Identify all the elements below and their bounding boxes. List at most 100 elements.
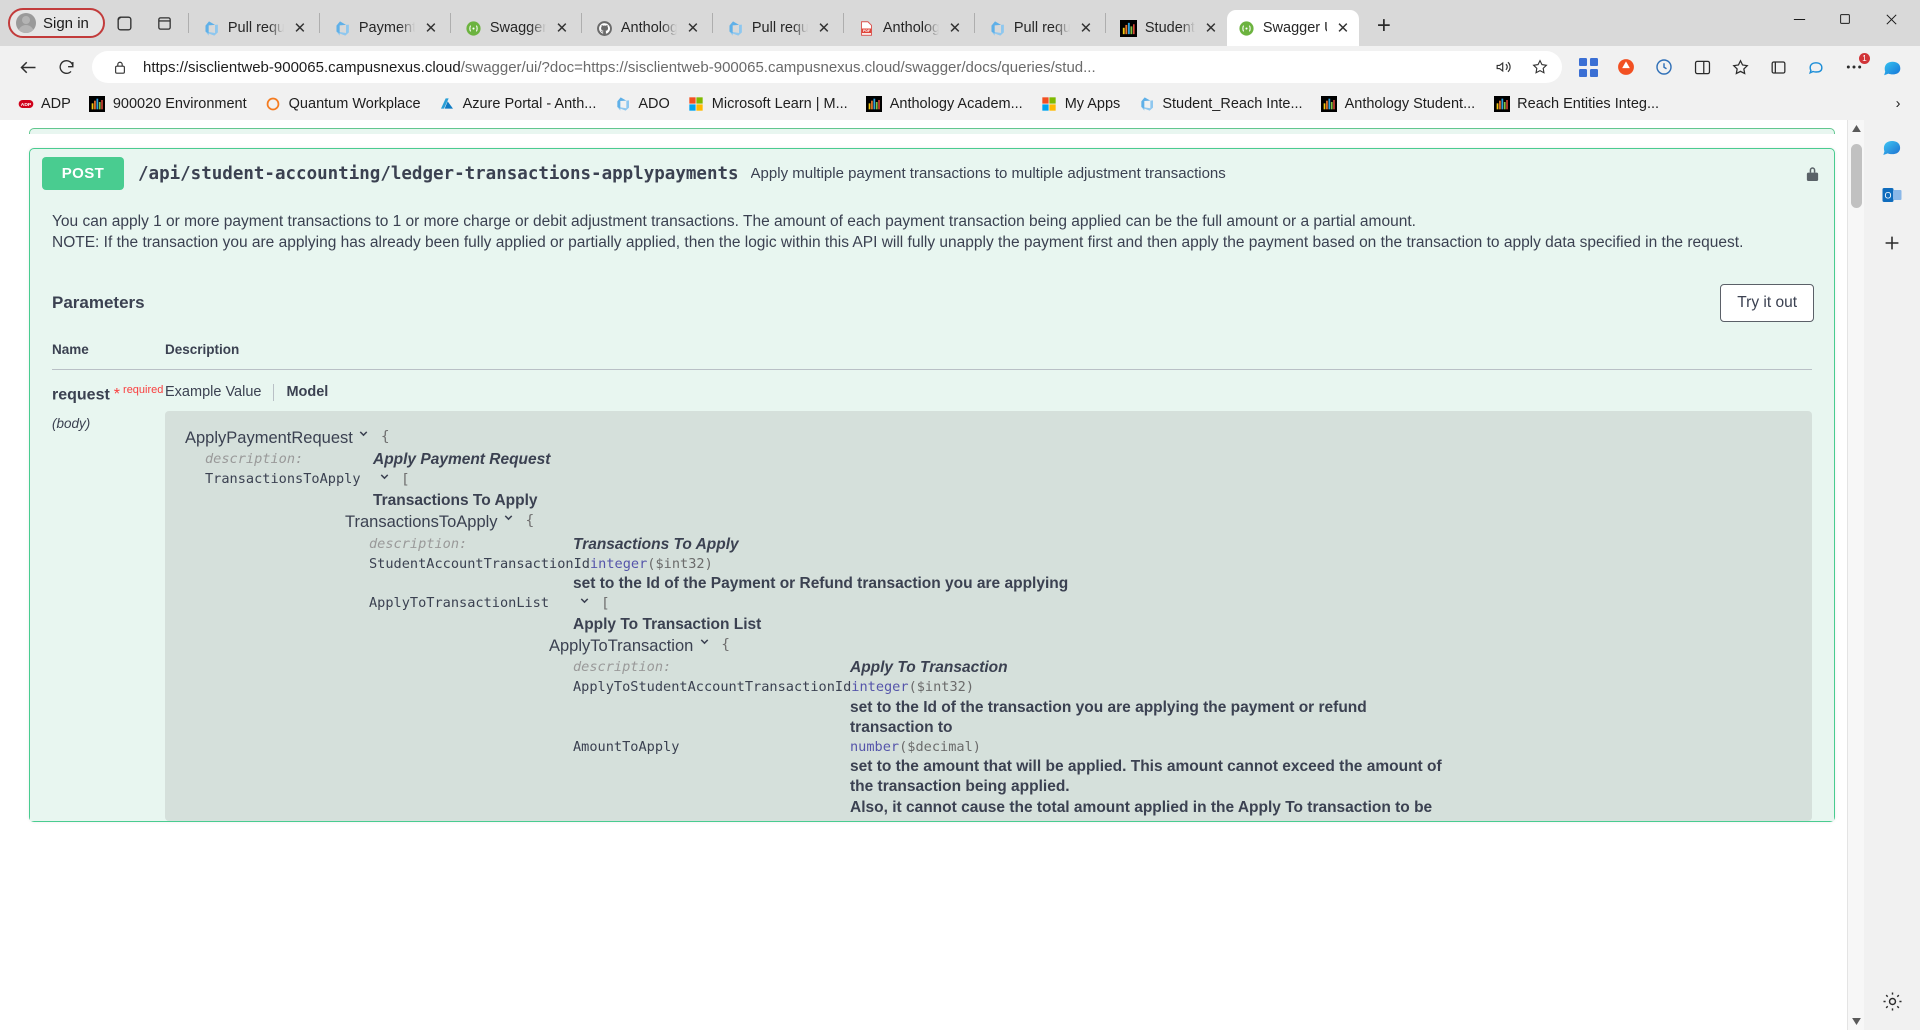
azure-devops-icon	[989, 19, 1007, 37]
close-icon[interactable]: ✕	[422, 19, 440, 37]
close-icon[interactable]: ✕	[1077, 19, 1095, 37]
browser-tab[interactable]: Pull request ✕	[978, 10, 1102, 46]
lock-icon[interactable]	[1802, 163, 1822, 185]
browser-tab[interactable]: Pull request ✕	[192, 10, 316, 46]
tab-strip: Sign in Pull request✕PaymentSer✕Swagger …	[0, 0, 1920, 46]
minimize-button[interactable]	[1776, 0, 1822, 38]
property-description-continued: Also, it cannot cause the total amount a…	[850, 798, 1433, 816]
chevron-down-icon[interactable]	[575, 594, 593, 607]
azure-devops-icon	[334, 19, 352, 37]
settings-icon[interactable]	[1875, 984, 1909, 1018]
model-class-name: ApplyPaymentRequest	[185, 428, 353, 447]
maximize-button[interactable]	[1822, 0, 1868, 38]
table-row: request * required (body) Example Value Mo…	[52, 370, 1812, 821]
browser-tab[interactable]: Swagger Ed ✕	[454, 10, 578, 46]
add-to-collections-icon[interactable]	[1760, 51, 1796, 83]
tab-title: Pull request	[1013, 20, 1070, 36]
model-node-studentaccounttransactionid: StudentAccountTransactionId integer($int…	[345, 555, 1796, 594]
bookmark-item[interactable]: 900020 Environment	[80, 93, 256, 116]
bookmark-item[interactable]: Anthology Academ...	[857, 93, 1032, 116]
shield-icon[interactable]	[1608, 51, 1644, 83]
bookmarks-overflow-button[interactable]: ›	[1884, 96, 1912, 112]
browser-tab[interactable]: Student ✕	[1109, 10, 1227, 46]
bookmark-item[interactable]: Azure Portal - Anth...	[430, 93, 606, 116]
svg-text:PDF: PDF	[863, 29, 871, 33]
tab-actions-icon[interactable]	[145, 6, 185, 40]
chevron-down-icon[interactable]	[500, 511, 518, 524]
back-button[interactable]	[10, 51, 46, 83]
tab-search-icon[interactable]	[105, 6, 145, 40]
add-app-icon[interactable]	[1875, 226, 1909, 260]
copilot-icon[interactable]	[1875, 130, 1909, 164]
browser-essentials-icon[interactable]	[1646, 51, 1682, 83]
svg-text:ADP: ADP	[20, 102, 31, 108]
operation-summary[interactable]: POST /api/student-accounting/ledger-tran…	[30, 149, 1834, 198]
required-star: *	[113, 386, 121, 404]
favorites-icon[interactable]	[1722, 51, 1758, 83]
bookmark-item[interactable]: ADP ADP	[8, 93, 80, 116]
bookmark-item[interactable]: Student_Reach Inte...	[1129, 93, 1311, 116]
app-launcher-icon[interactable]	[1570, 51, 1606, 83]
copilot-icon[interactable]	[1798, 51, 1834, 83]
chevron-down-icon[interactable]	[695, 635, 713, 648]
scrollbar-thumb[interactable]	[1851, 144, 1862, 208]
scroll-up-button[interactable]	[1848, 120, 1864, 137]
open-brace: {	[525, 513, 535, 530]
bookmark-item[interactable]: Microsoft Learn | M...	[679, 93, 857, 116]
close-icon[interactable]: ✕	[684, 19, 702, 37]
url-bar[interactable]: https://sisclientweb-900065.campusnexus.…	[92, 51, 1562, 83]
browser-tab[interactable]: PDF Anthology ✕	[847, 10, 971, 46]
tab-example-value[interactable]: Example Value	[165, 384, 273, 400]
reload-button[interactable]	[48, 51, 84, 83]
description-value: Apply Payment Request	[373, 451, 551, 469]
parameter-name: request	[52, 386, 110, 404]
bookmark-label: Anthology Student...	[1344, 96, 1476, 112]
bookmark-item[interactable]: ADO	[605, 93, 678, 116]
tab-separator	[1104, 13, 1106, 33]
model-node-applytotransaction-object: ApplyToTransaction {description: Apply …	[345, 635, 1796, 818]
page-scrollbar[interactable]	[1847, 120, 1864, 1030]
model-class-name: TransactionsToApply	[345, 513, 498, 532]
chevron-down-icon[interactable]	[375, 470, 393, 483]
bookmark-label: Student_Reach Inte...	[1162, 96, 1303, 112]
browser-tab[interactable]: Swagger UI ✕	[1226, 10, 1359, 46]
bookmark-label: ADP	[41, 96, 71, 112]
read-aloud-icon[interactable]	[1489, 54, 1517, 80]
address-bar: https://sisclientweb-900065.campusnexus.…	[0, 46, 1920, 88]
azure-devops-icon	[727, 19, 745, 37]
chevron-down-icon[interactable]	[355, 427, 373, 440]
browser-tab[interactable]: PaymentSer ✕	[323, 10, 447, 46]
bookmark-item[interactable]: My Apps	[1032, 93, 1130, 116]
close-icon[interactable]: ✕	[1202, 19, 1220, 37]
close-icon[interactable]: ✕	[815, 19, 833, 37]
tab-separator	[580, 13, 582, 33]
sign-in-label: Sign in	[43, 14, 89, 32]
close-icon[interactable]: ✕	[553, 19, 571, 37]
close-button[interactable]	[1868, 0, 1914, 38]
browser-tab[interactable]: Anthology ✕	[585, 10, 709, 46]
azure-icon	[439, 96, 456, 113]
new-tab-button[interactable]: +	[1367, 9, 1401, 43]
star-icon[interactable]	[1526, 54, 1554, 80]
bookmark-item[interactable]: Reach Entities Integ...	[1484, 93, 1668, 116]
close-icon[interactable]: ✕	[1334, 19, 1352, 37]
operation-summary-text: Apply multiple payment transactions to m…	[750, 165, 1226, 182]
column-header-description: Description	[165, 341, 240, 357]
tab-title: Swagger Ed	[489, 20, 546, 36]
extensions-more-icon[interactable]: 1	[1836, 51, 1872, 83]
parameter-description-cell: Example Value Model ApplyPaymentRequest	[165, 383, 1812, 821]
copilot-sidebar-icon[interactable]	[1874, 51, 1910, 83]
property-description: set to the Id of the transaction you are…	[850, 698, 1367, 736]
sign-in-button[interactable]: Sign in	[8, 8, 105, 38]
try-it-out-button[interactable]: Try it out	[1720, 283, 1814, 322]
bookmark-item[interactable]: Anthology Student...	[1312, 93, 1485, 116]
tab-model[interactable]: Model	[286, 384, 340, 400]
close-icon[interactable]: ✕	[946, 19, 964, 37]
model-class-name: ApplyToTransaction	[549, 636, 694, 655]
split-screen-icon[interactable]	[1684, 51, 1720, 83]
outlook-icon[interactable]: O	[1875, 178, 1909, 212]
bookmark-item[interactable]: Quantum Workplace	[256, 93, 430, 116]
scroll-down-button[interactable]	[1848, 1013, 1864, 1030]
browser-tab[interactable]: Pull request ✕	[716, 10, 840, 46]
close-icon[interactable]: ✕	[291, 19, 309, 37]
